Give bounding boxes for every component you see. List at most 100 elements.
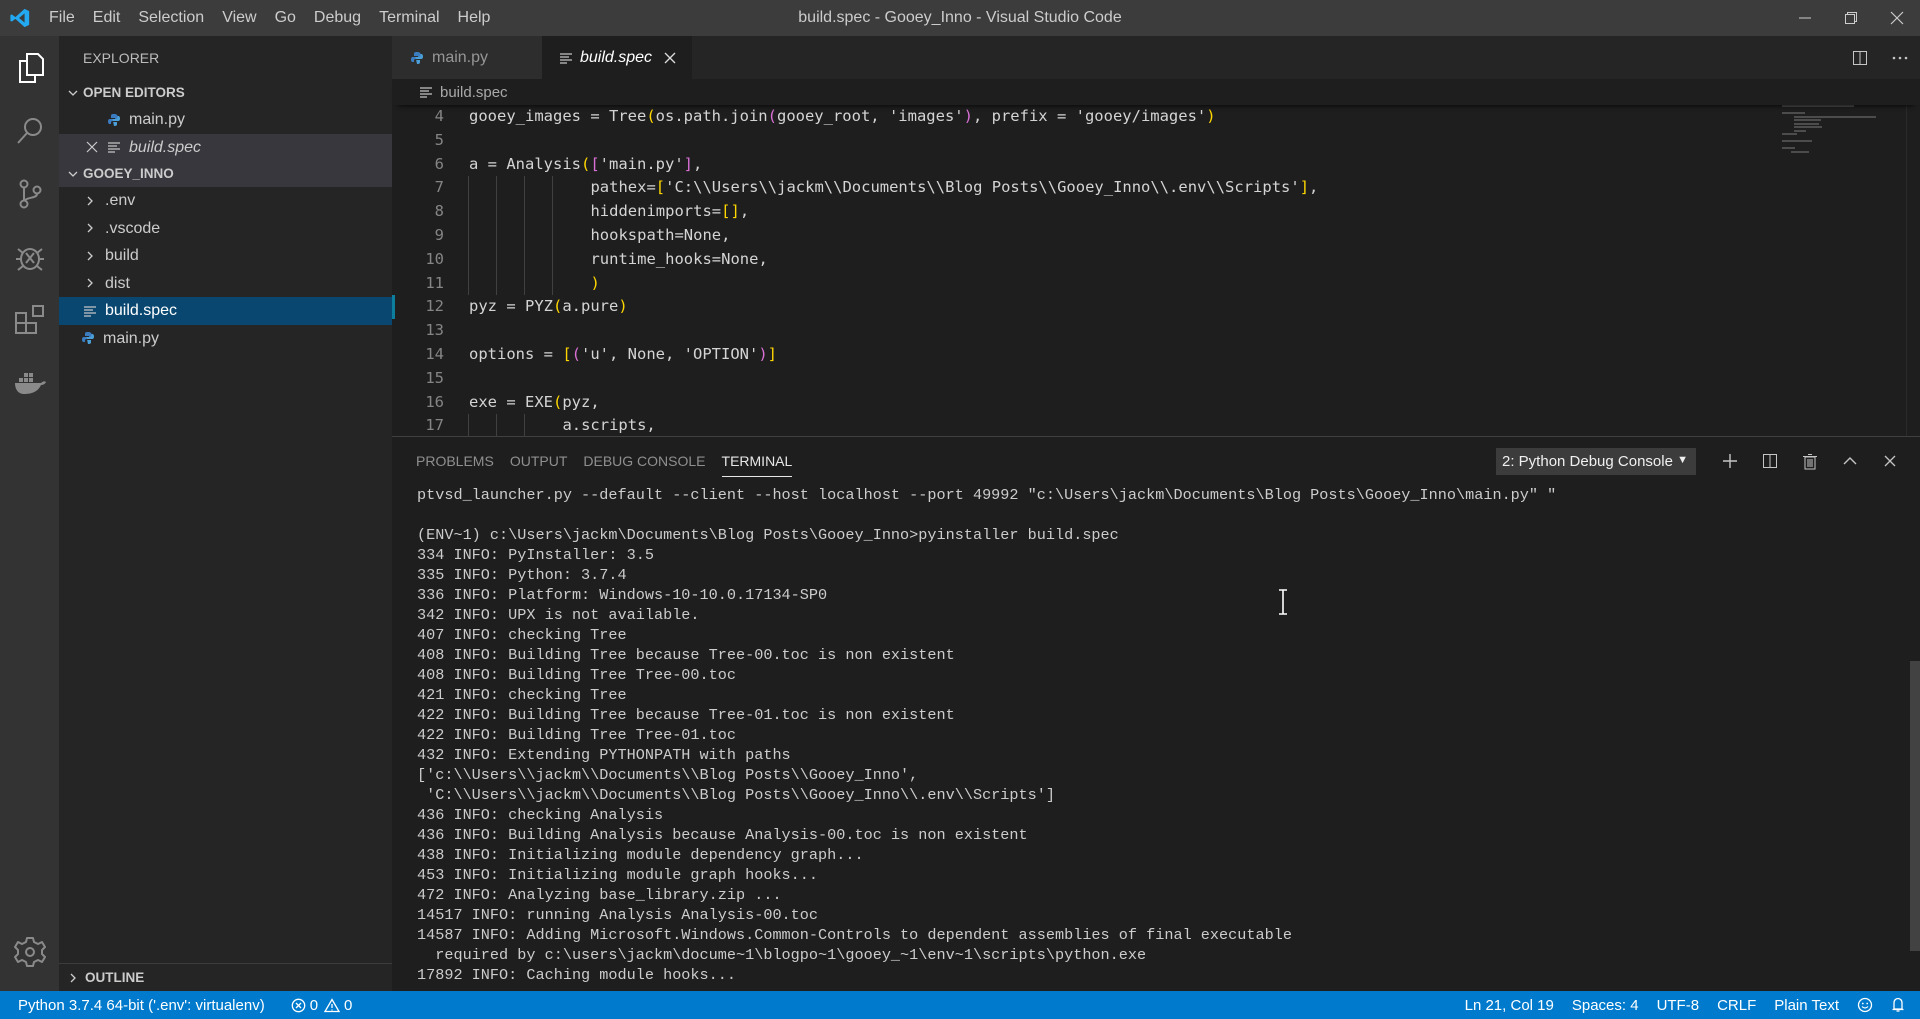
modified-line-marker (392, 295, 395, 320)
maximize-panel-button[interactable] (1830, 456, 1870, 466)
language-mode[interactable]: Plain Text (1765, 991, 1848, 1019)
menu-debug[interactable]: Debug (305, 0, 370, 36)
open-editor-label: main.py (129, 111, 186, 128)
code-line[interactable]: 10 runtime_hooks=None, (392, 247, 1777, 272)
terminal-scrollbar[interactable] (1910, 661, 1920, 951)
tree-folder-dist[interactable]: dist (59, 270, 392, 298)
title-bar: File Edit Selection View Go Debug Termin… (0, 0, 1920, 36)
close-editor-icon[interactable] (83, 141, 101, 153)
end-of-line[interactable]: CRLF (1708, 991, 1765, 1019)
open-editors-section[interactable]: OPEN EDITORS (59, 80, 392, 106)
minimap[interactable] (1782, 105, 1912, 436)
minimize-button[interactable] (1782, 0, 1828, 36)
tree-folder-env[interactable]: .env (59, 187, 392, 215)
text-cursor-icon (1278, 589, 1288, 618)
chevron-down-icon (65, 168, 81, 180)
tree-file-main-py[interactable]: main.py (59, 325, 392, 353)
tree-file-build-spec[interactable]: build.spec (59, 297, 392, 325)
tree-folder-vscode[interactable]: .vscode (59, 215, 392, 243)
code-line[interactable]: 17 a.scripts, (392, 414, 1777, 436)
outline-section[interactable]: OUTLINE (59, 963, 392, 991)
open-editor-build-spec[interactable]: build.spec (59, 133, 392, 161)
terminal-output[interactable]: ptvsd_launcher.py --default --client --h… (417, 485, 1897, 985)
open-editor-label: build.spec (129, 138, 202, 156)
feedback-button[interactable] (1848, 991, 1882, 1019)
code-line[interactable]: 6 a = Analysis(['main.py'], (392, 153, 1777, 177)
terminal-line: 421 INFO: checking Tree (417, 686, 627, 704)
terminal-line: 436 INFO: checking Analysis (417, 806, 664, 824)
workspace-section[interactable]: GOOEY_INNO (59, 161, 392, 187)
menu-selection[interactable]: Selection (129, 0, 213, 36)
code-line[interactable]: 9 hookspath=None, (392, 223, 1777, 248)
tab-label: build.spec (580, 48, 653, 66)
code-editor[interactable]: 4 gooey_images = Tree(os.path.join(gooey_… (392, 105, 1777, 436)
terminal-line: required by c:\users\jackm\docume~1\blog… (417, 946, 1147, 964)
editor-scrollbar[interactable] (1906, 105, 1920, 436)
more-actions-button[interactable] (1880, 56, 1920, 60)
python-file-icon (105, 113, 123, 127)
code-line[interactable]: 16 exe = EXE(pyz, (392, 391, 1777, 415)
menu-edit[interactable]: Edit (84, 0, 130, 36)
split-editor-button[interactable] (1840, 50, 1880, 66)
code-line[interactable]: 13 (392, 319, 1777, 343)
minimap-line (1793, 115, 1876, 118)
code-line[interactable]: 15 (392, 367, 1777, 391)
activity-explorer[interactable] (0, 36, 59, 99)
tree-item-label: dist (105, 274, 130, 292)
python-interpreter[interactable]: Python 3.7.4 64-bit ('.env': virtualenv) (0, 991, 274, 1019)
menu-help[interactable]: Help (449, 0, 500, 36)
tab-main-py[interactable]: main.py (392, 36, 542, 79)
close-panel-button[interactable] (1870, 455, 1910, 467)
line-content (444, 319, 469, 343)
activity-debug[interactable] (0, 225, 59, 288)
activity-manage[interactable] (0, 920, 59, 983)
terminal-line: 'C:\\Users\\jackm\\Documents\\Blog Posts… (417, 786, 1055, 804)
status-bar: Python 3.7.4 64-bit ('.env': virtualenv)… (0, 991, 1920, 1019)
vscode-logo-icon (0, 0, 40, 36)
split-editor-icon (1853, 50, 1867, 65)
activity-search[interactable] (0, 99, 59, 162)
tab-build-spec[interactable]: build.spec (542, 36, 692, 79)
open-editor-main-py[interactable]: main.py (59, 106, 392, 134)
panel-tab-problems[interactable]: PROBLEMS (416, 437, 494, 485)
breadcrumb-item[interactable]: build.spec (440, 84, 508, 101)
activity-extensions[interactable] (0, 288, 59, 351)
code-line[interactable]: 5 (392, 129, 1777, 153)
menu-terminal[interactable]: Terminal (370, 0, 448, 36)
panel-tab-terminal[interactable]: TERMINAL (721, 437, 792, 485)
restore-button[interactable] (1828, 0, 1874, 36)
minimap-line (1791, 150, 1809, 153)
activity-docker[interactable] (0, 351, 59, 414)
close-window-button[interactable] (1874, 0, 1920, 36)
encoding[interactable]: UTF-8 (1648, 991, 1709, 1019)
code-line[interactable]: 4 gooey_images = Tree(os.path.join(gooey_… (392, 105, 1777, 129)
activity-source-control[interactable] (0, 162, 59, 225)
panel-tab-output[interactable]: OUTPUT (510, 437, 568, 485)
code-line[interactable]: 14 options = [('u', None, 'OPTION')] (392, 343, 1777, 367)
panel-tab-debug-console[interactable]: DEBUG CONSOLE (583, 437, 705, 485)
code-line[interactable]: 7 pathex=['C:\\Users\\jackm\\Documents\\… (392, 176, 1777, 201)
close-tab-icon[interactable] (664, 52, 676, 64)
tree-item-label: .vscode (105, 219, 161, 237)
split-terminal-button[interactable] (1750, 453, 1790, 469)
tree-folder-build[interactable]: build (59, 242, 392, 270)
cursor-position[interactable]: Ln 21, Col 19 (1456, 991, 1563, 1019)
new-terminal-button[interactable] (1710, 453, 1750, 469)
menu-go[interactable]: Go (266, 0, 305, 36)
code-line[interactable]: 11 ) (392, 271, 1777, 296)
line-number: 16 (425, 392, 444, 411)
code-line[interactable]: 12 pyz = PYZ(a.pure) (392, 295, 1777, 319)
menu-view[interactable]: View (213, 0, 265, 36)
line-number: 7 (434, 178, 444, 197)
minimap-line (1782, 140, 1812, 142)
terminal-select[interactable]: 2: Python Debug Console ▼ (1496, 447, 1696, 475)
menu-file[interactable]: File (40, 0, 84, 36)
ellipsis-icon (1892, 56, 1908, 59)
line-number: 5 (434, 130, 444, 149)
notifications-button[interactable] (1882, 991, 1914, 1019)
line-number: 13 (425, 321, 444, 340)
problems-indicator[interactable]: 0 0 (282, 991, 362, 1019)
indentation[interactable]: Spaces: 4 (1563, 991, 1648, 1019)
kill-terminal-button[interactable] (1790, 453, 1830, 470)
code-line[interactable]: 8 hiddenimports=[], (392, 200, 1777, 224)
